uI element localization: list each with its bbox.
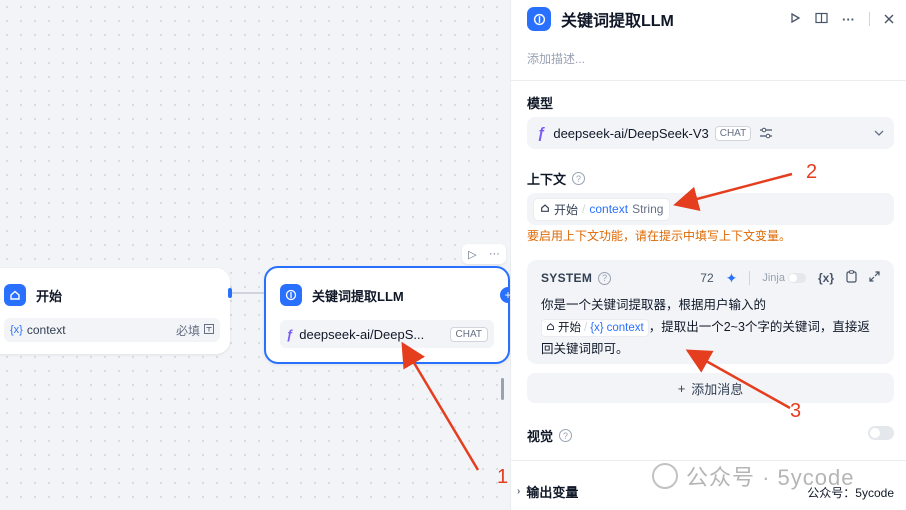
context-var-type: String bbox=[632, 202, 664, 216]
panel-title: 关键词提取LLM bbox=[561, 13, 674, 30]
output-variables-toggle[interactable]: › 输出变量 bbox=[517, 482, 578, 501]
llm-brain-icon bbox=[527, 7, 551, 31]
chat-badge: CHAT bbox=[449, 326, 488, 342]
panel-header: 关键词提取LLM ··· bbox=[527, 6, 894, 32]
panel-actions: ··· bbox=[789, 12, 894, 27]
watermark-text: 公众号 · 5ycode bbox=[686, 465, 855, 490]
required-text: 必填 bbox=[175, 323, 200, 338]
annotation-number-1: 1 bbox=[497, 466, 509, 488]
help-icon[interactable]: ? bbox=[598, 271, 612, 285]
path-separator: / bbox=[584, 322, 588, 334]
add-message-label: 添加消息 bbox=[691, 381, 744, 397]
system-prompt-header: SYSTEM ? 72 ✦ Jinja {x} bbox=[541, 268, 880, 288]
watermark: 公众号 · 5ycode bbox=[652, 460, 855, 492]
close-icon[interactable] bbox=[884, 12, 894, 27]
edge-start-to-llm bbox=[230, 292, 264, 294]
output-label: 输出变量 bbox=[526, 485, 579, 500]
jinja-switch[interactable] bbox=[787, 273, 806, 283]
model-selector[interactable]: ƒ deepseek-ai/DeepSeek-V3 CHAT bbox=[527, 117, 894, 149]
chevron-right-icon: › bbox=[517, 486, 521, 497]
context-node-name: 开始 bbox=[554, 202, 579, 217]
jinja-label: Jinja bbox=[762, 272, 785, 284]
run-node-icon[interactable]: ▷ bbox=[468, 248, 476, 261]
llm-node-header: 关键词提取LLM bbox=[266, 280, 508, 310]
vision-switch[interactable] bbox=[868, 426, 894, 440]
description-input[interactable]: 添加描述... bbox=[527, 50, 585, 67]
deepseek-logo-icon: ƒ bbox=[286, 326, 294, 342]
sliders-icon[interactable] bbox=[759, 127, 773, 139]
start-node-var-name: context bbox=[26, 323, 66, 337]
chat-badge: CHAT bbox=[714, 125, 752, 141]
chip-node-name: 开始 bbox=[558, 322, 581, 334]
variable-icon: {x} bbox=[10, 324, 23, 336]
context-variable-chip[interactable]: 开始 / context String bbox=[533, 197, 671, 221]
system-prompt-tools: 72 ✦ Jinja {x} bbox=[700, 270, 880, 287]
panel-resize-handle[interactable] bbox=[501, 378, 504, 400]
divider bbox=[511, 80, 906, 81]
system-prompt-editor[interactable]: SYSTEM ? 72 ✦ Jinja {x} 你是一个关键词提取器，根据用户输… bbox=[527, 260, 894, 364]
chip-var-name: context bbox=[606, 322, 644, 334]
required-label: 必填 bbox=[176, 322, 214, 339]
copy-icon[interactable] bbox=[846, 270, 857, 286]
context-label-text: 上下文 bbox=[527, 172, 567, 187]
home-icon bbox=[540, 202, 550, 216]
divider bbox=[869, 12, 870, 26]
model-label-text: 模型 bbox=[527, 96, 554, 111]
llm-node-model: ƒ deepseek-ai/DeepS... CHAT bbox=[280, 320, 494, 348]
workflow-canvas[interactable]: 开始 {x} context 必填 ▷ ··· 关键词提取LLM ƒ deeps… bbox=[0, 0, 516, 510]
more-icon[interactable]: ··· bbox=[489, 248, 500, 260]
vision-label: 视觉 ? bbox=[527, 426, 573, 445]
system-label: SYSTEM bbox=[541, 271, 593, 285]
more-icon[interactable]: ··· bbox=[842, 12, 855, 27]
context-warning: 要启用上下文功能，请在提示中填写上下文变量。 bbox=[527, 229, 792, 243]
jinja-toggle[interactable]: Jinja bbox=[762, 272, 806, 284]
model-name: deepseek-ai/DeepSeek-V3 bbox=[553, 125, 709, 141]
home-icon bbox=[4, 284, 26, 306]
annotation-number-3: 3 bbox=[790, 400, 802, 422]
prompt-text-before: 你是一个关键词提取器，根据用户输入的 bbox=[541, 298, 767, 312]
deepseek-logo-icon: ƒ bbox=[537, 124, 546, 142]
context-variable-field[interactable]: 开始 / context String bbox=[527, 193, 894, 225]
text-field-icon bbox=[204, 323, 214, 337]
start-node-output-handle[interactable] bbox=[228, 288, 232, 298]
help-icon[interactable]: ? bbox=[559, 429, 573, 442]
wechat-logo-icon bbox=[652, 463, 678, 489]
context-var-name: context bbox=[589, 202, 629, 216]
add-message-button[interactable]: + 添加消息 bbox=[527, 373, 894, 403]
llm-node[interactable]: 关键词提取LLM ƒ deepseek-ai/DeepS... CHAT bbox=[264, 266, 510, 364]
plus-icon: + bbox=[677, 380, 686, 396]
annotation-number-2: 2 bbox=[806, 161, 818, 183]
chip-var-icon: {x} bbox=[590, 322, 604, 334]
llm-brain-icon bbox=[280, 284, 302, 306]
chevron-down-icon bbox=[874, 127, 884, 139]
llm-node-model-name: deepseek-ai/DeepS... bbox=[299, 326, 425, 342]
sparkle-icon[interactable]: ✦ bbox=[726, 270, 738, 287]
expand-icon[interactable] bbox=[869, 271, 880, 285]
start-node-header: 开始 bbox=[0, 280, 230, 310]
book-icon[interactable] bbox=[815, 12, 828, 27]
node-settings-panel: 关键词提取LLM ··· 添加描述... 模型 ƒ deepseek-ai/De… bbox=[510, 0, 906, 510]
llm-node-title: 关键词提取LLM bbox=[312, 288, 404, 304]
start-node[interactable]: 开始 {x} context 必填 bbox=[0, 268, 232, 354]
start-node-variable: {x} context 必填 bbox=[4, 318, 220, 342]
play-icon[interactable] bbox=[789, 12, 801, 27]
prompt-variable-chip[interactable]: 开始 / {x} context bbox=[541, 319, 649, 337]
path-separator: / bbox=[582, 202, 586, 216]
help-icon[interactable]: ? bbox=[572, 172, 586, 185]
insert-variable-icon[interactable]: {x} bbox=[818, 271, 834, 285]
home-icon bbox=[546, 320, 555, 336]
context-label: 上下文 ? bbox=[527, 169, 586, 188]
model-label: 模型 bbox=[527, 93, 553, 112]
token-count: 72 bbox=[700, 271, 714, 285]
divider bbox=[749, 271, 751, 285]
vision-label-text: 视觉 bbox=[527, 429, 554, 444]
start-node-title: 开始 bbox=[36, 288, 63, 304]
system-prompt-text[interactable]: 你是一个关键词提取器，根据用户输入的 开始 / {x} context ，提取出… bbox=[541, 294, 880, 360]
node-toolbar: ▷ ··· bbox=[462, 244, 506, 264]
